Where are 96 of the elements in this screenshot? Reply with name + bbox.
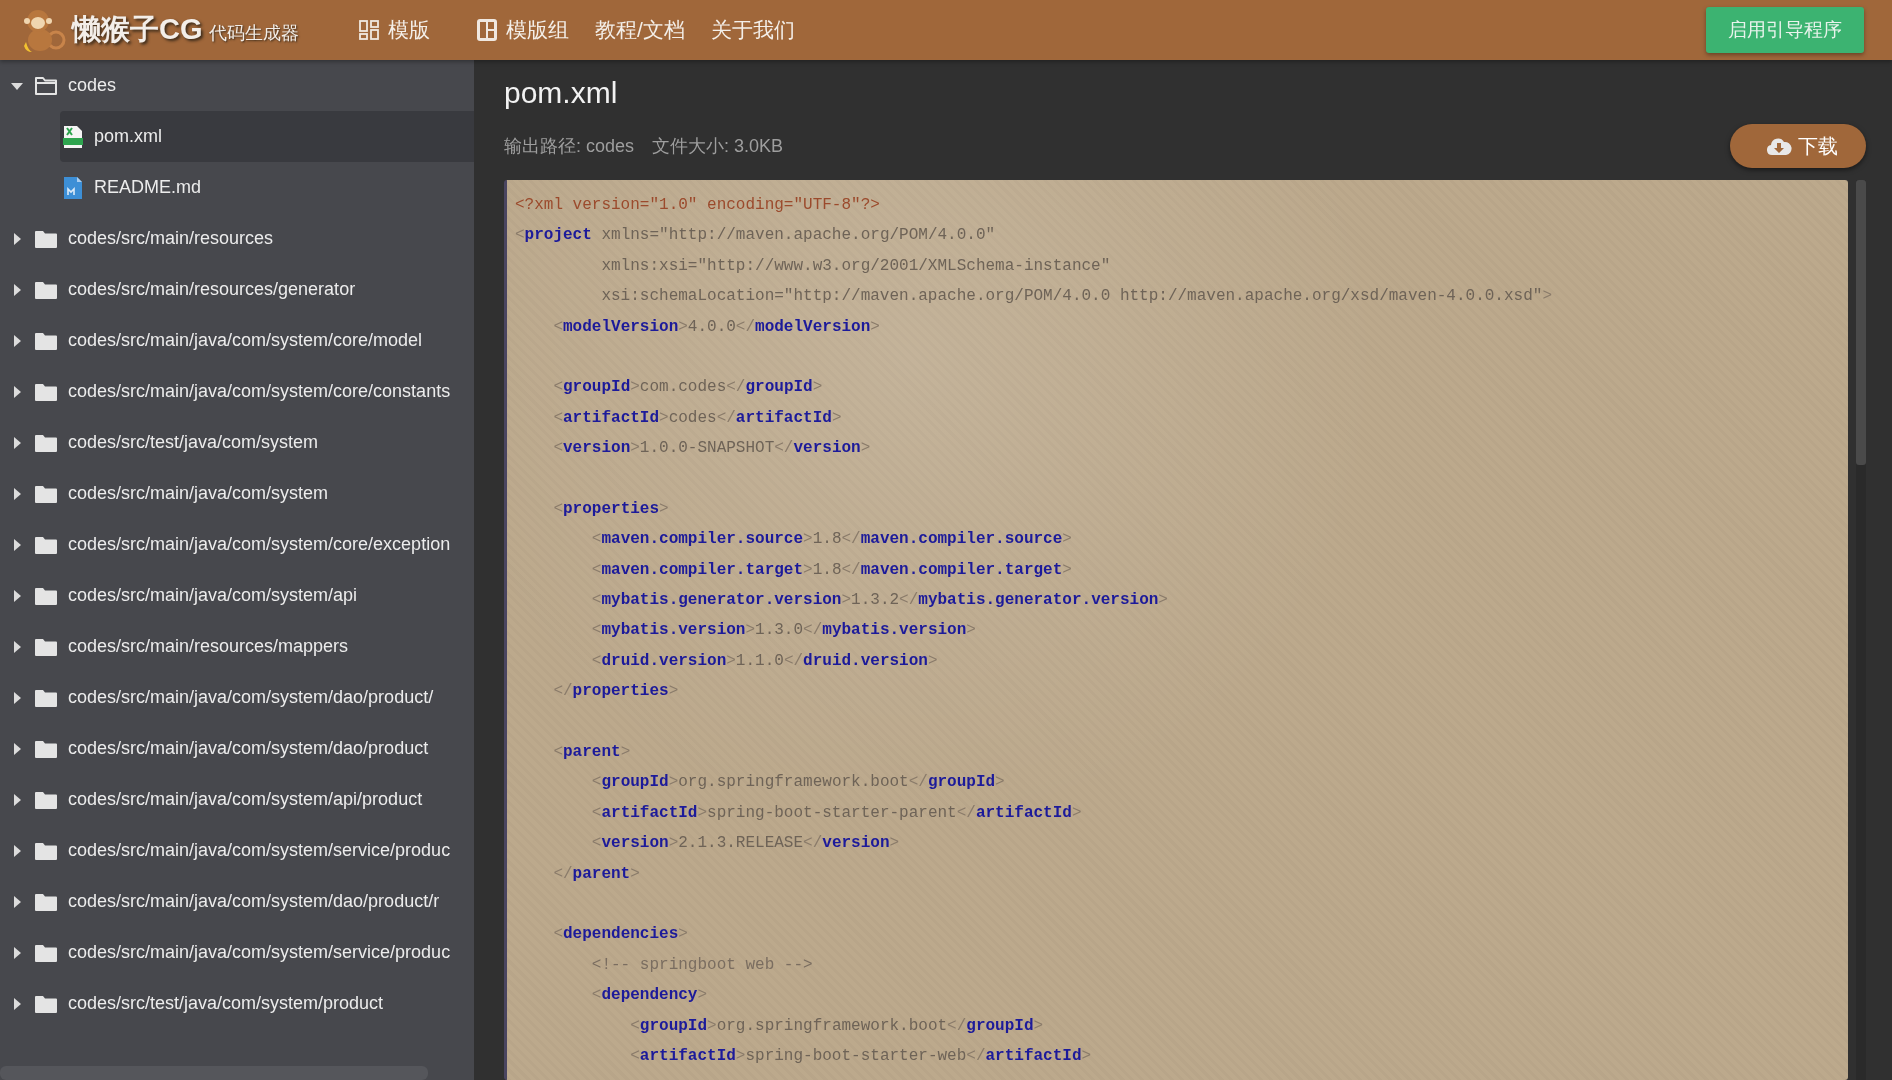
nav-link[interactable]: 教程/文档 <box>595 16 685 44</box>
brand-name: 懒猴子CG <box>72 12 203 47</box>
folder-icon <box>34 381 58 402</box>
folder-name[interactable]: codes/src/test/java/com/system/product <box>68 993 384 1014</box>
xml-file-icon <box>62 124 84 149</box>
code-line: <groupId>com.codes</groupId> <box>552 377 823 399</box>
code-line: <mybatis.generator.version>1.3.2</mybatis.generator.version> <box>590 590 1168 612</box>
tree-row[interactable]: codes <box>0 60 474 111</box>
code-line: <artifactId>codes</artifactId> <box>552 407 842 429</box>
folder-icon <box>34 432 58 453</box>
code-line: <artifactId>spring-boot-starter-web</artifactId> <box>629 1045 1092 1067</box>
tree-row[interactable]: codes/src/main/java/com/system/core/exception <box>0 519 474 570</box>
tree-row[interactable]: README.md <box>60 162 474 213</box>
nav-link[interactable]: 模版组 <box>476 16 569 44</box>
code-line: <modelVersion>4.0.0</modelVersion> <box>552 316 880 338</box>
folder-icon <box>34 330 58 351</box>
folder-icon <box>34 585 58 606</box>
code-line: <version>2.1.3.RELEASE</version> <box>590 833 900 855</box>
folder-name[interactable]: codes/src/main/java/com/system/api <box>68 585 358 606</box>
code-line: <parent> <box>552 742 631 764</box>
code-line: <maven.compiler.target>1.8</maven.compiler.target> <box>590 559 1072 581</box>
folder-name[interactable]: codes/src/main/java/com/system/dao/product/r <box>68 891 440 912</box>
folder-name[interactable]: codes/src/main/java/com/system <box>68 483 329 504</box>
code-line: <mybatis.version>1.3.0</mybatis.version> <box>590 620 976 642</box>
folder-name[interactable]: codes/src/main/java/com/system/service/produc <box>68 840 451 861</box>
file-name[interactable]: pom.xml <box>94 126 162 147</box>
markdown-file-icon <box>62 175 84 200</box>
file-name[interactable]: README.md <box>94 177 201 198</box>
folder-icon <box>34 942 58 963</box>
code-line: <artifactId>spring-boot-starter-parent</artifactId> <box>590 802 1082 824</box>
folder-icon <box>34 279 58 300</box>
folder-name[interactable]: codes <box>68 75 117 96</box>
code-line: <dependencies> <box>552 924 688 946</box>
output-path: 输出路径: codes <box>504 136 635 156</box>
tree-row[interactable]: codes/src/main/resources <box>0 213 474 264</box>
brand-subtitle: 代码生成器 <box>208 22 299 45</box>
code-line: <druid.version>1.1.0</druid.version> <box>590 650 938 672</box>
tree-row[interactable]: codes/src/main/java/com/system/dao/product/r <box>0 876 474 927</box>
folder-name[interactable]: codes/src/main/java/com/system/core/model <box>68 330 423 351</box>
selected-tree-row[interactable]: pom.xml <box>60 111 474 162</box>
folder-icon <box>34 738 58 759</box>
tree-row[interactable]: codes/src/main/java/com/system/service/produc <box>0 927 474 978</box>
folder-icon <box>34 228 58 249</box>
folder-icon <box>34 534 58 555</box>
folder-name[interactable]: codes/src/main/resources <box>68 228 274 249</box>
folder-icon <box>34 687 58 708</box>
tree-row[interactable]: codes/src/main/java/com/system/dao/product <box>0 723 474 774</box>
file-title: pom.xml <box>504 75 619 111</box>
folder-icon <box>34 789 58 810</box>
folder-icon <box>34 483 58 504</box>
folder-name[interactable]: codes/src/main/resources/mappers <box>68 636 349 657</box>
vertical-scrollbar[interactable] <box>1856 180 1866 1080</box>
folder-outline-icon <box>34 75 58 96</box>
code-line: </parent> <box>552 863 640 885</box>
folder-icon <box>34 636 58 657</box>
tree-row[interactable]: codes/src/main/java/com/system/api <box>0 570 474 621</box>
folder-icon <box>34 840 58 861</box>
code-line: <maven.compiler.source>1.8</maven.compiler.source> <box>590 529 1072 551</box>
tree-row[interactable]: codes/src/test/java/com/system <box>0 417 474 468</box>
folder-name[interactable]: codes/src/main/java/com/system/dao/product/ <box>68 687 434 708</box>
file-size: 文件大小: 3.0KB <box>652 136 784 156</box>
code-line: <project xmlns="http://maven.apache.org/POM/4.0.0" <box>515 225 996 247</box>
code-line: <?xml version="1.0" encoding="UTF-8"?> <box>515 195 880 216</box>
folder-name[interactable]: codes/src/main/java/com/system/service/produc <box>68 942 451 963</box>
tree-row[interactable]: codes/src/main/resources/generator <box>0 264 474 315</box>
folder-name[interactable]: codes/src/main/java/com/system/core/constants <box>68 381 451 402</box>
code-line: <groupId>org.springframework.boot</groupId> <box>629 1015 1044 1037</box>
folder-name[interactable]: codes/src/main/resources/generator <box>68 279 356 300</box>
tree-row[interactable]: codes/src/main/java/com/system/service/produc <box>0 825 474 876</box>
code-line: <groupId>org.springframework.boot</groupId> <box>590 772 1005 794</box>
nav-link[interactable]: 关于我们 <box>710 16 795 44</box>
tree-row[interactable]: codes/src/main/java/com/system/core/model <box>0 315 474 366</box>
folder-name[interactable]: codes/src/main/java/com/system/core/exception <box>68 534 451 555</box>
tree-row[interactable]: codes/src/main/java/com/system/dao/product/ <box>0 672 474 723</box>
code-line: <properties> <box>552 498 669 520</box>
code-line: <version>1.0.0-SNAPSHOT</version> <box>552 438 871 460</box>
tree-row[interactable]: codes/src/test/java/com/system/product <box>0 978 474 1029</box>
folder-name[interactable]: codes/src/main/java/com/system/dao/product <box>68 738 429 759</box>
code-line: <dependency> <box>590 985 708 1007</box>
folder-name[interactable]: codes/src/test/java/com/system <box>68 432 319 453</box>
cloud-download-icon <box>1766 136 1792 156</box>
code-line: <!-- springboot web --> <box>590 954 813 976</box>
folder-icon <box>34 993 58 1014</box>
code-line: </properties> <box>552 681 679 703</box>
grid-icon <box>358 19 380 41</box>
tree-row[interactable]: codes/src/main/java/com/system/core/constants <box>0 366 474 417</box>
code-line: xsi:schemaLocation="http://maven.apache.org/POM/4.0.0 http://maven.apache.org/xsd/maven-4.0.0.xsd"> <box>600 286 1552 308</box>
download-button[interactable]: 下载 <box>1730 124 1866 168</box>
panel-icon <box>476 18 498 42</box>
tree-row[interactable]: codes/src/main/resources/mappers <box>0 621 474 672</box>
nav-link[interactable]: 模版 <box>358 16 430 44</box>
tree-row[interactable]: codes/src/main/java/com/system <box>0 468 474 519</box>
tree-row[interactable]: codes/src/main/java/com/system/api/product <box>0 774 474 825</box>
folder-name[interactable]: codes/src/main/java/com/system/api/product <box>68 789 423 810</box>
code-line: xmlns:xsi="http://www.w3.org/2001/XMLSchema-instance" <box>600 255 1111 277</box>
folder-icon <box>34 891 58 912</box>
